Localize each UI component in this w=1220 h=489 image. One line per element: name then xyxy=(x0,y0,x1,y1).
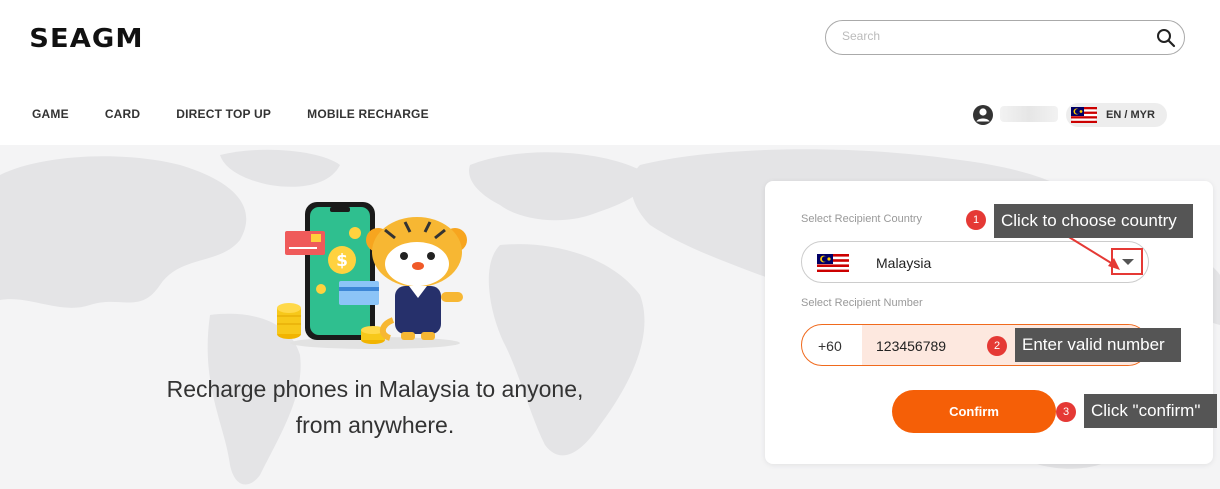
phone-number-value: 123456789 xyxy=(876,338,947,354)
tagline-line-1: Recharge phones in Malaysia to anyone, xyxy=(166,376,584,402)
nav-item-game[interactable]: GAME xyxy=(32,107,69,121)
language-currency-label: EN / MYR xyxy=(1106,109,1155,121)
nav-item-direct-top-up[interactable]: DIRECT TOP UP xyxy=(176,107,271,121)
malaysia-flag-icon xyxy=(1071,107,1097,123)
nav-item-card[interactable]: CARD xyxy=(105,107,140,121)
coin-stack-icon xyxy=(277,303,301,339)
nav-item-mobile-recharge[interactable]: MOBILE RECHARGE xyxy=(307,107,429,121)
number-label: Select Recipient Number xyxy=(801,297,923,309)
search-icon[interactable] xyxy=(1156,28,1176,48)
seagm-logo[interactable]: SEAGM xyxy=(29,24,143,54)
bank-card-icon xyxy=(339,281,379,305)
tooltip-step-2: Enter valid number xyxy=(1015,328,1181,362)
country-value: Malaysia xyxy=(876,255,932,271)
country-label: Select Recipient Country xyxy=(801,213,923,225)
user-name-redacted[interactable] xyxy=(1000,106,1058,122)
step-badge-2: 2 xyxy=(987,336,1007,356)
malaysia-flag-icon xyxy=(817,254,849,272)
tooltip-step-3: Click "confirm" xyxy=(1084,394,1217,428)
language-currency-selector[interactable]: EN / MYR xyxy=(1066,103,1167,127)
tooltip-step-1: Click to choose country xyxy=(994,204,1193,238)
step-badge-3: 3 xyxy=(1056,402,1076,422)
dial-code: +60 xyxy=(818,338,842,354)
step-badge-1: 1 xyxy=(966,210,986,230)
user-account-icon[interactable] xyxy=(972,104,994,126)
main-nav: GAME CARD DIRECT TOP UP MOBILE RECHARGE xyxy=(32,107,465,121)
recharge-illustration: $ xyxy=(277,202,467,349)
credit-card-icon xyxy=(285,231,325,255)
search-input[interactable] xyxy=(842,29,1142,43)
svg-text:$: $ xyxy=(336,251,348,271)
tagline-line-2: from anywhere. xyxy=(295,412,455,438)
tiger-mascot-icon xyxy=(366,217,467,341)
search-box[interactable] xyxy=(825,20,1185,55)
hero-tagline: Recharge phones in Malaysia to anyone, f… xyxy=(125,371,625,443)
confirm-button[interactable]: Confirm xyxy=(892,390,1056,433)
site-header: SEAGM GAME CARD DIRECT TOP UP MOBILE REC… xyxy=(0,0,1220,145)
